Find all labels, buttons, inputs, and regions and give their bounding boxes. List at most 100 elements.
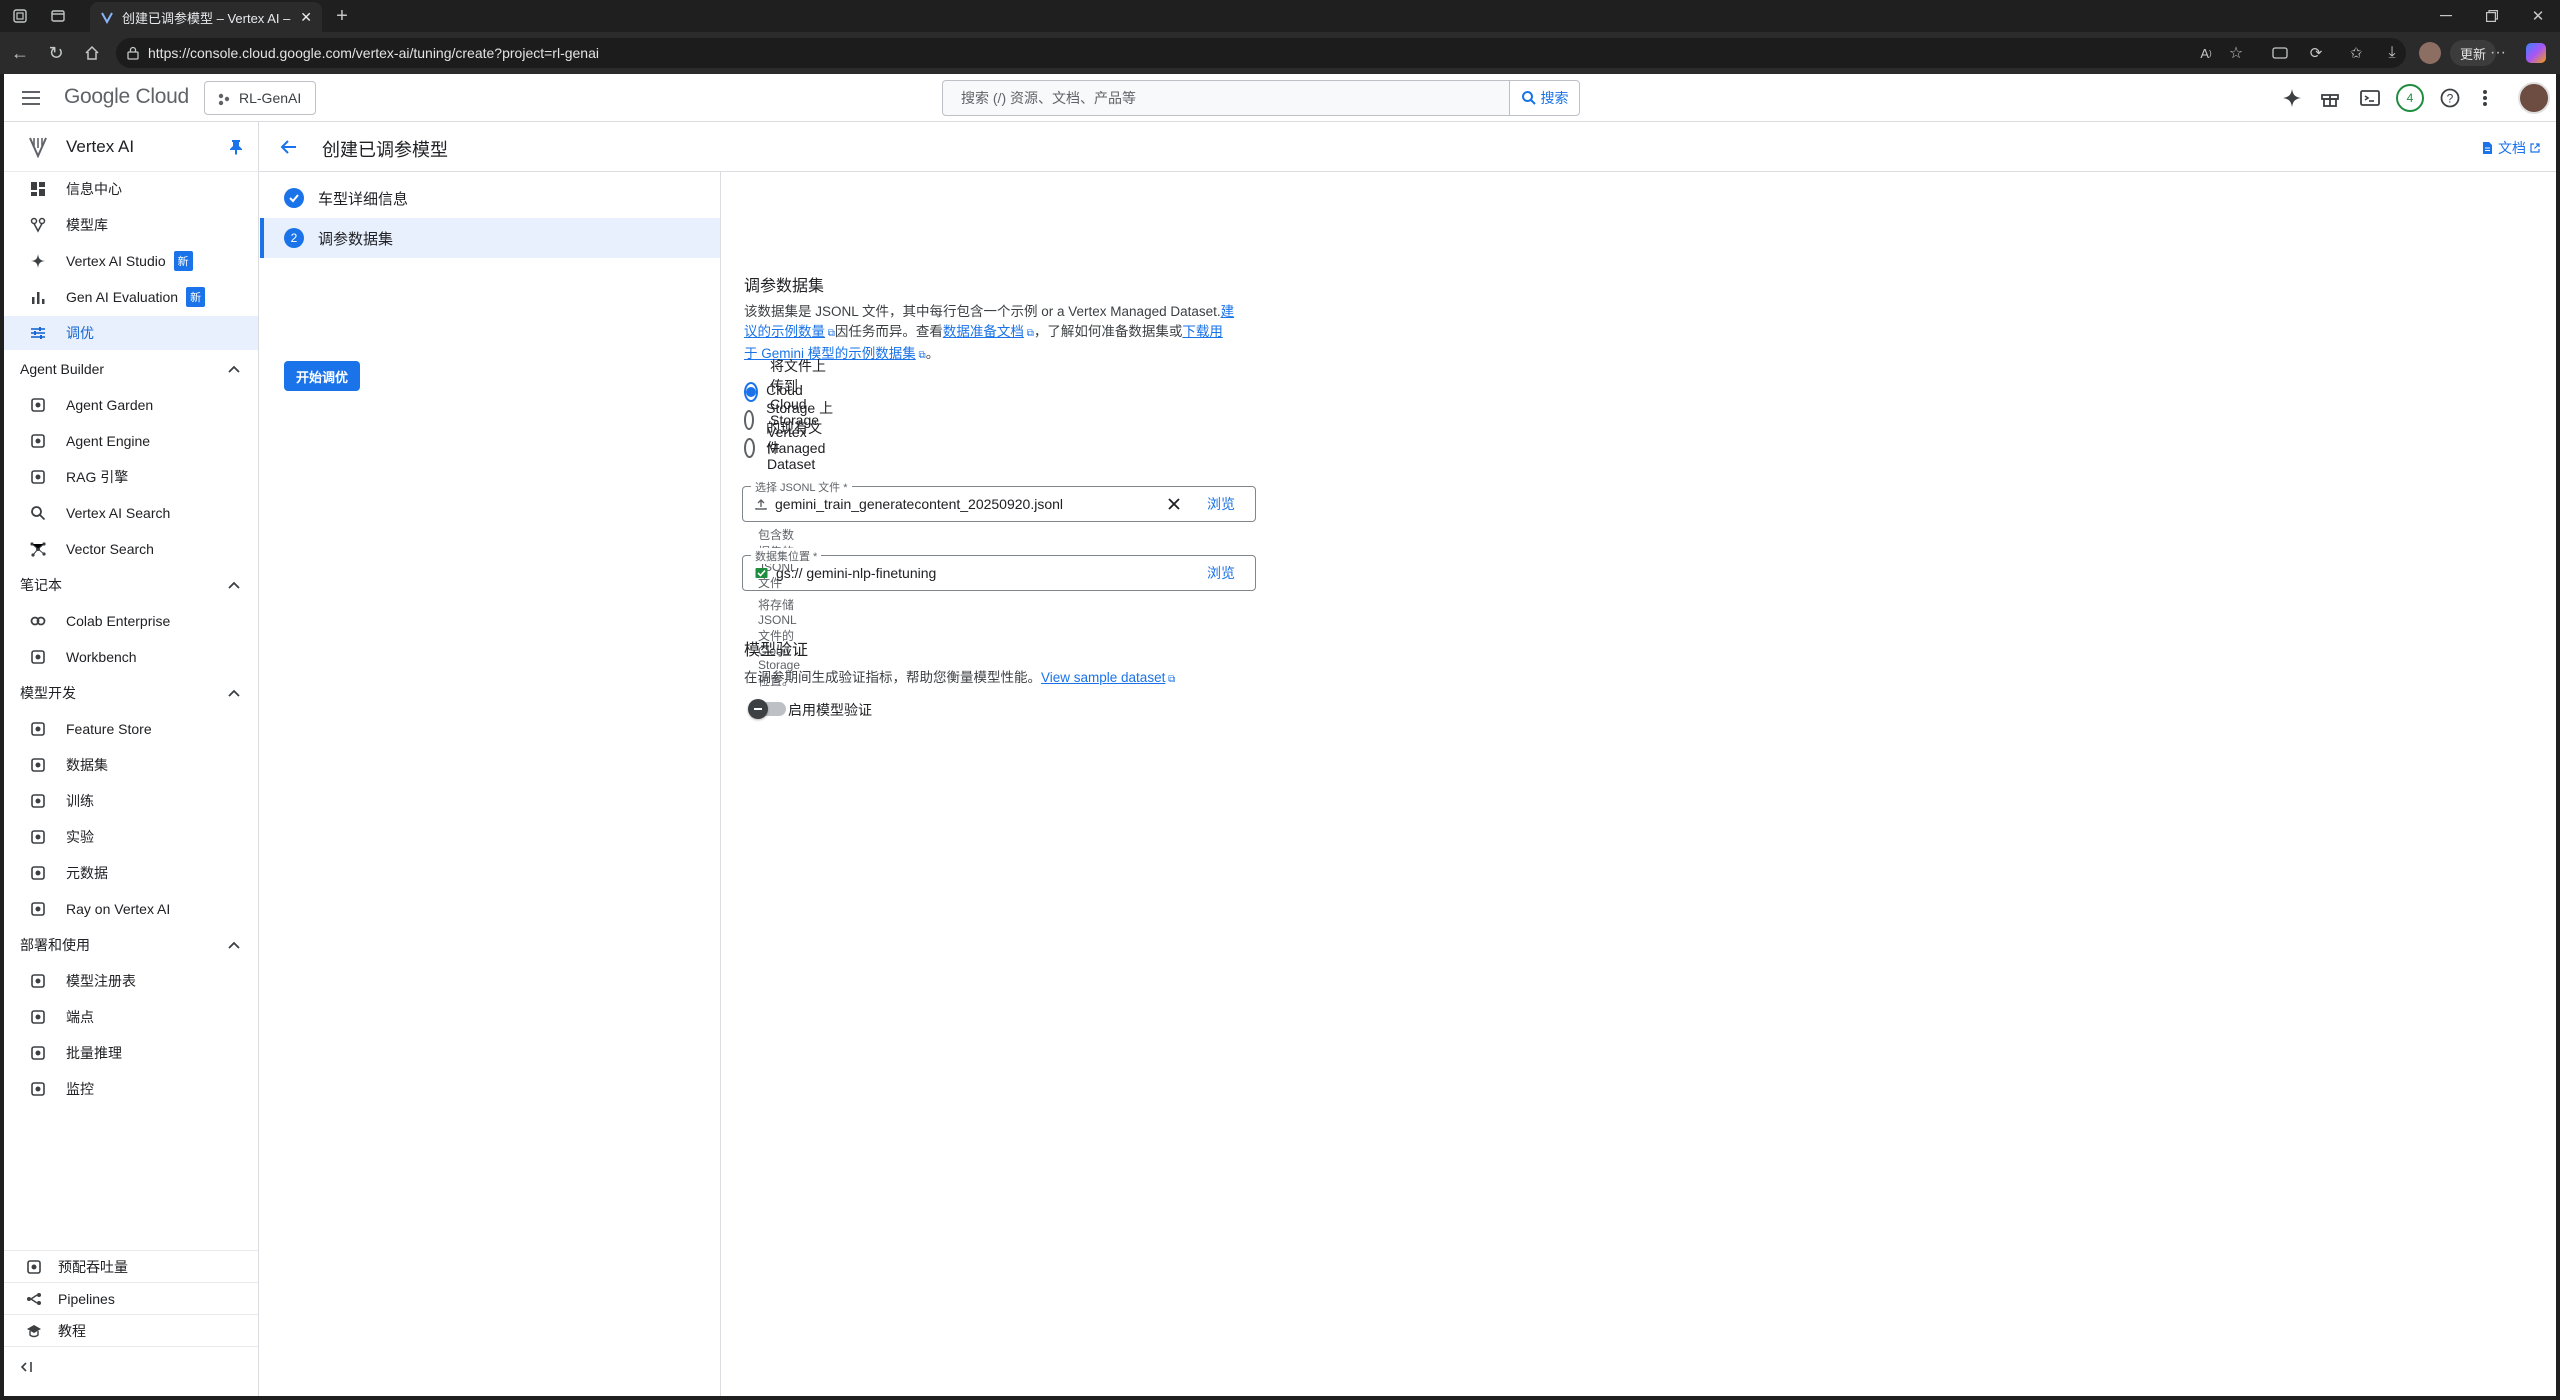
sidebar-item-monitor[interactable]: 监控 (4, 1072, 258, 1106)
tab-close-icon[interactable]: ✕ (300, 9, 312, 26)
view-sample-dataset-link[interactable]: View sample dataset (1041, 670, 1165, 685)
sidebar-item-chart[interactable]: Gen AI Evaluation 新 (4, 280, 258, 314)
section-label: 部署和使用 (20, 937, 90, 953)
dataset-location-label: 数据集位置 * (751, 548, 822, 564)
docs-link[interactable]: 文档 (2480, 138, 2540, 158)
location-browse-button[interactable]: 浏览 (1207, 563, 1235, 583)
sidebar-item-ray[interactable]: Ray on Vertex AI (4, 892, 258, 926)
sidebar-bottom-school[interactable]: 教程 (4, 1314, 258, 1346)
sidebar-item-experiment[interactable]: 实验 (4, 820, 258, 854)
step-tuning-dataset[interactable]: 2 调参数据集 (260, 218, 720, 258)
sidebar-item-search[interactable]: Vertex AI Search (4, 496, 258, 530)
sidebar-item-label: Agent Garden (66, 397, 154, 413)
cloud-shell-icon[interactable] (2360, 88, 2380, 108)
hamburger-menu-icon[interactable] (22, 88, 42, 108)
sidebar-item-model-garden[interactable]: 模型库 (4, 208, 258, 242)
search-icon (4, 505, 66, 521)
new-tab-icon[interactable]: + (332, 5, 352, 27)
sidebar-item-dataset[interactable]: 数据集 (4, 748, 258, 782)
sidebar-item-sparkle[interactable]: Vertex AI Studio 新 (4, 244, 258, 278)
favorites-icon[interactable]: ✩ (2346, 43, 2366, 63)
download-sample-link[interactable]: 下载用 (1182, 324, 1223, 339)
recommended-examples-link-2[interactable]: 议的示例数量 (744, 324, 825, 339)
sidebar-item-endpoint[interactable]: 端点 (4, 1000, 258, 1034)
back-icon[interactable]: ← (10, 43, 30, 63)
search-button[interactable]: 搜索 (1509, 81, 1579, 115)
browser-tab-active[interactable]: 创建已调参模型 – Vertex AI – RL-G ✕ (90, 2, 322, 32)
chevron-up-icon[interactable] (228, 941, 240, 949)
workspaces-icon[interactable] (12, 8, 28, 24)
chevron-up-icon[interactable] (228, 581, 240, 589)
search-input[interactable]: 搜索 (/) 资源、文档、产品等 搜索 (942, 80, 1580, 116)
sidebar-item-workbench[interactable]: Workbench (4, 640, 258, 674)
radio-label: Vertex Managed Dataset (767, 424, 826, 472)
more-menu-icon[interactable]: ··· (2488, 43, 2508, 63)
start-tuning-button[interactable]: 开始调优 (284, 361, 361, 391)
pin-icon[interactable] (229, 139, 243, 155)
project-picker[interactable]: RL-GenAI (204, 81, 317, 115)
clear-icon[interactable] (1167, 497, 1181, 511)
sidebar-item-tune[interactable]: 调优 (4, 316, 258, 350)
downloads-icon[interactable]: ⤓ (2382, 43, 2402, 63)
sidebar-bottom-throughput[interactable]: 预配吞吐量 (4, 1250, 258, 1282)
section-label: 模型开发 (20, 685, 76, 701)
sidebar-section-header[interactable]: 笔记本 (4, 568, 258, 602)
chevron-up-icon[interactable] (228, 365, 240, 373)
extension-icon[interactable] (2270, 43, 2290, 63)
update-label: 更新 (2460, 46, 2487, 62)
home-icon[interactable] (82, 43, 102, 63)
tab-actions-icon[interactable] (50, 8, 66, 24)
recommended-examples-link[interactable]: 建 (1221, 304, 1235, 319)
sidebar-item-dashboard[interactable]: 信息中心 (4, 172, 258, 206)
sidebar-bottom-pipelines[interactable]: Pipelines (4, 1282, 258, 1314)
external-link-icon (2530, 143, 2540, 153)
gemini-sparkle-icon[interactable] (2282, 88, 2302, 108)
jsonl-browse-button[interactable]: 浏览 (1207, 494, 1235, 514)
google-cloud-logo[interactable]: Google Cloud (64, 85, 189, 109)
account-avatar[interactable] (2518, 82, 2550, 114)
sidebar-item-registry[interactable]: 模型注册表 (4, 964, 258, 998)
sidebar-item-vector[interactable]: Vector Search (4, 532, 258, 566)
site-info-icon[interactable] (126, 46, 140, 60)
profile-avatar-small[interactable] (2418, 41, 2442, 65)
sidebar-item-metadata[interactable]: 元数据 (4, 856, 258, 890)
favorite-star-icon[interactable]: ☆ (2226, 43, 2246, 63)
sidebar-section-header[interactable]: 模型开发 (4, 676, 258, 710)
sparkle-icon (4, 253, 66, 269)
help-icon[interactable]: ? (2440, 88, 2460, 108)
sidebar-section-header[interactable]: 部署和使用 (4, 928, 258, 962)
minimize-icon[interactable] (2436, 6, 2456, 26)
school-icon (4, 1323, 58, 1339)
sidebar-item-batch[interactable]: 批量推理 (4, 1036, 258, 1070)
collapse-nav-button[interactable] (4, 1346, 258, 1386)
copilot-icon[interactable] (2524, 41, 2548, 65)
notifications-badge[interactable]: 4 (2396, 84, 2424, 112)
sidebar-item-feature-store[interactable]: Feature Store (4, 712, 258, 746)
url-input[interactable]: https://console.cloud.google.com/vertex-… (116, 38, 2406, 68)
more-vert-icon[interactable] (2482, 88, 2488, 108)
start-tuning-label: 开始调优 (296, 369, 349, 385)
data-prep-docs-link[interactable]: 数据准备文档 (943, 324, 1024, 339)
close-window-icon[interactable]: ✕ (2528, 6, 2548, 26)
model-validation-toggle[interactable] (748, 699, 786, 719)
gift-icon[interactable] (2320, 88, 2340, 108)
radio-vertex-managed-dataset[interactable]: Vertex Managed Dataset (744, 424, 834, 472)
reload-icon[interactable]: ↻ (46, 43, 66, 63)
registry-icon (4, 973, 66, 989)
restore-icon[interactable] (2482, 6, 2502, 26)
read-aloud-icon[interactable]: A) (2196, 43, 2216, 63)
jsonl-file-field[interactable]: 选择 JSONL 文件 * gemini_train_generateconte… (742, 479, 1256, 522)
dataset-location-field[interactable]: 数据集位置 * gs:// gemini-nlp-finetuning 浏览 (742, 548, 1256, 591)
sidebar-item-label: Gen AI Evaluation (66, 289, 179, 305)
metadata-icon (4, 865, 66, 881)
sidebar-item-rag[interactable]: RAG 引擎 (4, 460, 258, 494)
sidebar-section-header[interactable]: Agent Builder (4, 352, 258, 386)
step-model-details[interactable]: 车型详细信息 (260, 178, 720, 218)
sidebar-item-agent-garden[interactable]: Agent Garden (4, 388, 258, 422)
sidebar-item-colab[interactable]: Colab Enterprise (4, 604, 258, 638)
puzzle-icon[interactable]: ⟳ (2306, 43, 2326, 63)
chevron-up-icon[interactable] (228, 689, 240, 697)
back-arrow-icon[interactable] (280, 138, 298, 156)
sidebar-item-training[interactable]: 训练 (4, 784, 258, 818)
sidebar-item-agent-engine[interactable]: Agent Engine (4, 424, 258, 458)
